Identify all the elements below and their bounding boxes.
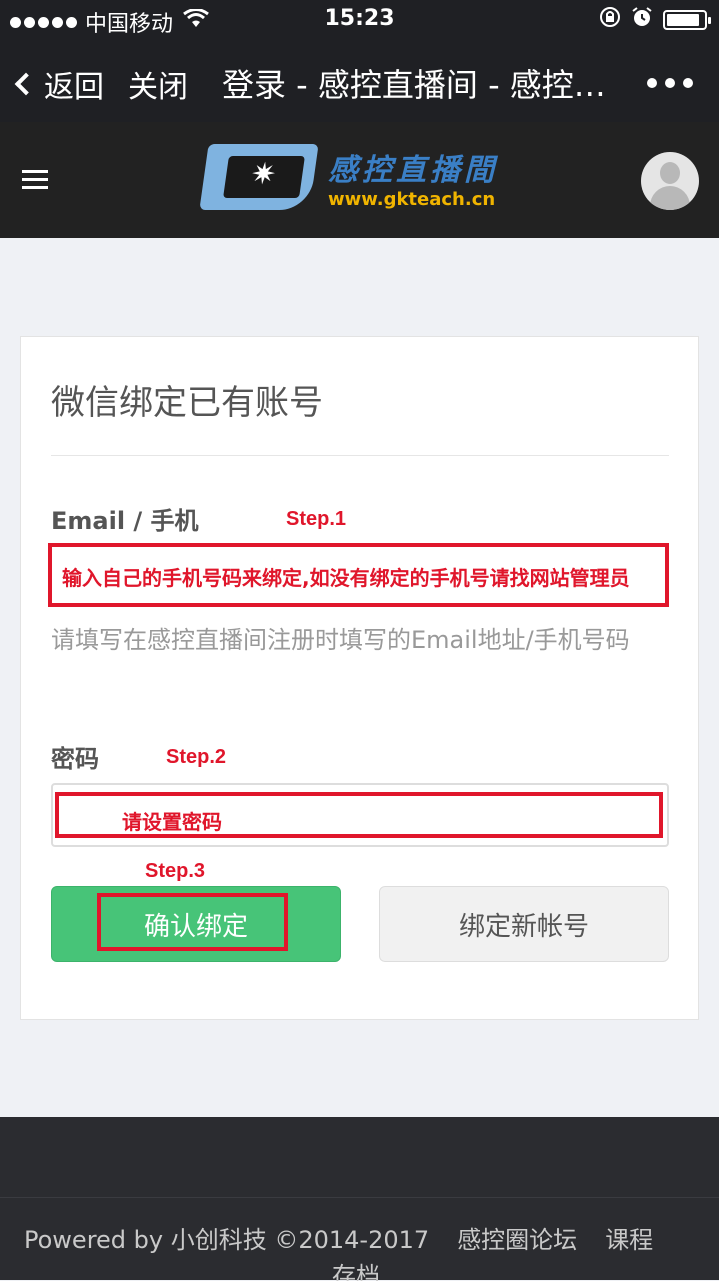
more-menu-button[interactable] — [647, 78, 693, 88]
powered-by-text: Powered by 小创科技 ©2014-2017 — [24, 1226, 430, 1254]
site-header: ✷ 感控直播間 www.gkteach.cn — [0, 122, 719, 238]
hamburger-menu-icon[interactable] — [22, 170, 48, 194]
chevron-left-icon — [14, 72, 38, 96]
step1-annotation-text: 输入自己的手机号码来绑定,如没有绑定的手机号请找网站管理员 — [62, 566, 630, 590]
step2-annotation-text: 请设置密码 — [122, 810, 222, 834]
step3-label: Step.3 — [145, 860, 206, 882]
logo-monitor-icon: ✷ — [199, 144, 319, 210]
status-bar: 中国移动 15:23 — [0, 0, 719, 40]
email-label: Email / 手机 — [51, 507, 199, 535]
webview-nav-bar: 返回 关闭 登录 - 感控直播间 - 感控直播间 — [0, 40, 719, 122]
logo-name: 感控直播間 — [328, 152, 498, 188]
page-title: 登录 - 感控直播间 - 感控直播间 — [222, 66, 622, 104]
step1-label: Step.1 — [286, 508, 347, 530]
footer-band — [0, 1117, 719, 1197]
status-icons — [599, 6, 711, 34]
archive-link[interactable]: 存档 — [332, 1256, 380, 1281]
back-button[interactable]: 返回 — [14, 62, 104, 106]
avatar[interactable] — [641, 152, 699, 210]
rotation-lock-icon — [599, 6, 621, 34]
password-label: 密码 — [51, 745, 99, 773]
forum-link[interactable]: 感控圈论坛 — [457, 1220, 577, 1255]
logo-url: www.gkteach.cn — [328, 188, 496, 210]
divider — [51, 455, 669, 456]
step2-label: Step.2 — [166, 746, 227, 768]
site-logo[interactable]: ✷ 感控直播間 www.gkteach.cn — [199, 144, 498, 210]
card-title: 微信绑定已有账号 — [51, 383, 323, 423]
email-help-text: 请填写在感控直播间注册时填写的Email地址/手机号码 — [51, 626, 630, 654]
course-link[interactable]: 课程 — [605, 1220, 653, 1255]
alarm-icon — [631, 6, 653, 34]
back-label: 返回 — [44, 70, 104, 105]
close-button[interactable]: 关闭 — [128, 62, 188, 106]
battery-icon — [663, 10, 711, 30]
bind-new-account-button[interactable]: 绑定新帐号 — [379, 886, 669, 962]
footer: Powered by 小创科技 ©2014-2017 感控圈论坛 课程 存档 — [0, 1197, 719, 1281]
step3-annotation-box — [97, 893, 288, 951]
more-icon — [647, 78, 657, 88]
